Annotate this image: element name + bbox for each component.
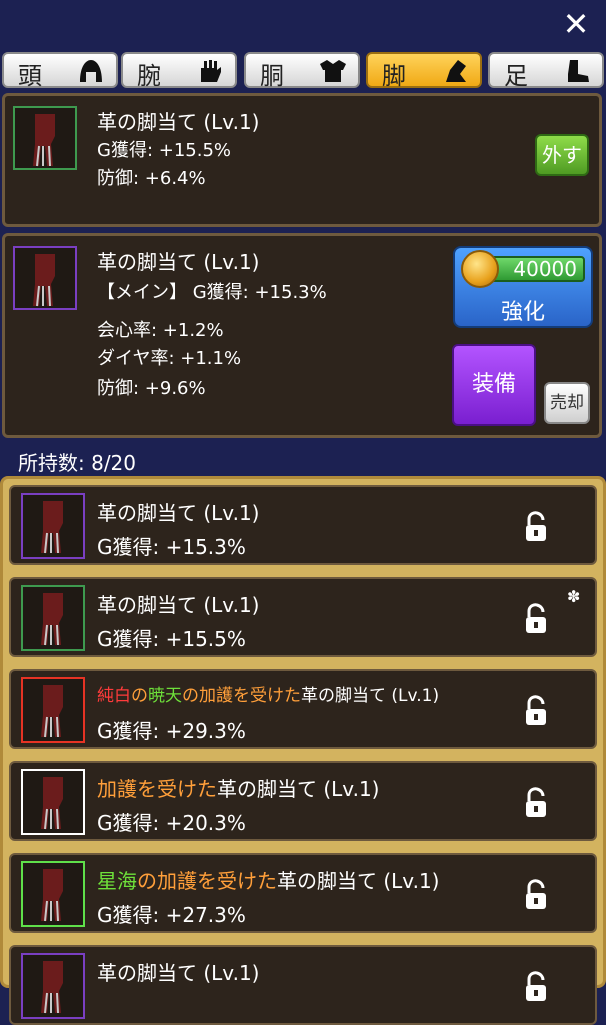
item-name-prefix: の bbox=[131, 686, 148, 706]
tab-body[interactable]: 胴 bbox=[244, 52, 360, 90]
inventory-item[interactable]: 革の脚当て (Lv.1) bbox=[9, 945, 597, 1025]
tab-arm-label: 腕 bbox=[137, 62, 161, 90]
inventory-count: 所持数: 8/20 bbox=[18, 451, 137, 475]
item-stat: G獲得: +15.3% bbox=[97, 535, 246, 559]
item-thumbnail bbox=[21, 493, 85, 559]
leg-armor-icon bbox=[41, 777, 63, 830]
selected-item-name: 革の脚当て (Lv.1) bbox=[97, 250, 260, 274]
armor-icon bbox=[320, 60, 346, 82]
enhance-button[interactable]: 40000 強化 bbox=[453, 246, 593, 328]
equipped-item-name: 革の脚当て (Lv.1) bbox=[97, 110, 260, 134]
item-thumbnail bbox=[21, 953, 85, 1019]
leg-armor-icon bbox=[41, 961, 63, 1014]
inventory-list: 革の脚当て (Lv.1) G獲得: +15.3% 革の脚当て (Lv.1) G獲得: … bbox=[0, 476, 606, 1025]
item-base-name: 革の脚当て (Lv.1) bbox=[97, 593, 260, 617]
unlock-icon[interactable] bbox=[523, 971, 549, 1003]
enhance-label: 強化 bbox=[500, 300, 545, 325]
item-name-prefix: の bbox=[137, 869, 157, 893]
item-name: 純白の暁天の加護を受けた革の脚当て (Lv.1) bbox=[97, 681, 439, 706]
item-base-name: 革の脚当て (Lv.1) bbox=[277, 869, 440, 893]
item-name: 加護を受けた革の脚当て (Lv.1) bbox=[97, 773, 379, 802]
item-name-prefix: 星海 bbox=[97, 869, 137, 893]
leg-armor-icon bbox=[41, 869, 63, 922]
leg-armor-icon bbox=[41, 501, 63, 554]
item-stat: G獲得: +20.3% bbox=[97, 811, 246, 835]
tab-body-label: 胴 bbox=[260, 62, 284, 90]
inventory-item[interactable]: 純白の暁天の加護を受けた革の脚当て (Lv.1) G獲得: +29.3% bbox=[9, 669, 597, 749]
sell-button[interactable]: 売却 bbox=[544, 382, 590, 424]
unlock-icon[interactable] bbox=[523, 787, 549, 819]
equipped-item-panel: 革の脚当て (Lv.1) G獲得: +15.5% 防御: +6.4% 外す bbox=[2, 93, 602, 227]
leg-armor-icon bbox=[41, 593, 63, 646]
tab-foot-label: 足 bbox=[504, 62, 528, 90]
item-base-name: 革の脚当て (Lv.1) bbox=[217, 777, 380, 801]
selected-item-stat-crit: 会心率: +1.2% bbox=[97, 320, 224, 341]
item-name: 星海の加護を受けた革の脚当て (Lv.1) bbox=[97, 865, 439, 894]
unlock-icon[interactable] bbox=[523, 603, 549, 635]
tab-leg[interactable]: 脚 bbox=[366, 52, 482, 90]
item-stat: G獲得: +15.5% bbox=[97, 627, 246, 651]
item-stat: G獲得: +27.3% bbox=[97, 903, 246, 927]
item-base-name: 革の脚当て (Lv.1) bbox=[97, 961, 260, 985]
item-name-prefix: の bbox=[182, 686, 199, 706]
selected-item-panel: 革の脚当て (Lv.1) 【メイン】 G獲得: +15.3% 会心率: +1.2… bbox=[2, 233, 602, 438]
item-thumbnail bbox=[21, 861, 85, 927]
item-thumbnail bbox=[21, 585, 85, 651]
helmet-icon bbox=[80, 60, 102, 82]
item-name: 革の脚当て (Lv.1) bbox=[97, 589, 259, 618]
item-name-prefix: 加護を受けた bbox=[97, 777, 217, 801]
equipped-item-stat-gold: G獲得: +15.5% bbox=[97, 140, 231, 161]
inventory-item[interactable]: 加護を受けた革の脚当て (Lv.1) G獲得: +20.3% bbox=[9, 761, 597, 841]
unlock-icon[interactable] bbox=[523, 511, 549, 543]
item-name-prefix: 純白 bbox=[97, 686, 131, 706]
item-base-name: 革の脚当て (Lv.1) bbox=[97, 501, 260, 525]
coin-icon bbox=[461, 250, 499, 288]
equipment-tabs: 頭 腕 胴 脚 足 bbox=[0, 50, 606, 90]
leg-armor-icon bbox=[33, 254, 55, 307]
close-button[interactable]: ✕ bbox=[556, 4, 596, 44]
selected-item-main-stat: 【メイン】 G獲得: +15.3% bbox=[97, 282, 327, 303]
boot-icon bbox=[568, 60, 589, 82]
inventory-item[interactable]: 革の脚当て (Lv.1) G獲得: +15.3% bbox=[9, 485, 597, 565]
top-bar: ✕ bbox=[0, 0, 606, 50]
selected-item-stat-diamond: ダイヤ率: +1.1% bbox=[97, 348, 242, 369]
tab-head[interactable]: 頭 bbox=[2, 52, 118, 90]
equipped-item-thumbnail bbox=[13, 106, 77, 170]
inventory-item[interactable]: 革の脚当て (Lv.1) G獲得: +15.5% ✽ bbox=[9, 577, 597, 657]
unlock-icon[interactable] bbox=[523, 695, 549, 727]
item-thumbnail bbox=[21, 769, 85, 835]
item-name-prefix: 加護を受けた bbox=[199, 686, 301, 706]
item-name: 革の脚当て (Lv.1) bbox=[97, 957, 259, 986]
selected-item-stat-defense: 防御: +9.6% bbox=[97, 378, 206, 399]
leg-icon bbox=[446, 60, 466, 82]
item-base-name: 革の脚当て (Lv.1) bbox=[301, 686, 440, 706]
item-name-prefix: 暁天 bbox=[148, 686, 182, 706]
tab-arm[interactable]: 腕 bbox=[121, 52, 237, 90]
item-name: 革の脚当て (Lv.1) bbox=[97, 497, 259, 526]
equip-button[interactable]: 装備 bbox=[452, 344, 536, 426]
leg-armor-icon bbox=[33, 114, 55, 167]
item-stat: G獲得: +29.3% bbox=[97, 719, 246, 743]
inventory-item[interactable]: 星海の加護を受けた革の脚当て (Lv.1) G獲得: +27.3% bbox=[9, 853, 597, 933]
equipped-item-stat-defense: 防御: +6.4% bbox=[97, 168, 206, 189]
glove-icon bbox=[201, 60, 221, 82]
tab-foot[interactable]: 足 bbox=[488, 52, 604, 90]
unlock-icon[interactable] bbox=[523, 879, 549, 911]
item-name-prefix: 加護を受けた bbox=[157, 869, 277, 893]
favorite-icon: ✽ bbox=[567, 587, 581, 606]
tab-leg-label: 脚 bbox=[382, 62, 406, 90]
item-thumbnail bbox=[21, 677, 85, 743]
tab-head-label: 頭 bbox=[18, 62, 42, 90]
leg-armor-icon bbox=[41, 685, 63, 738]
selected-item-thumbnail bbox=[13, 246, 77, 310]
unequip-button[interactable]: 外す bbox=[535, 134, 589, 176]
